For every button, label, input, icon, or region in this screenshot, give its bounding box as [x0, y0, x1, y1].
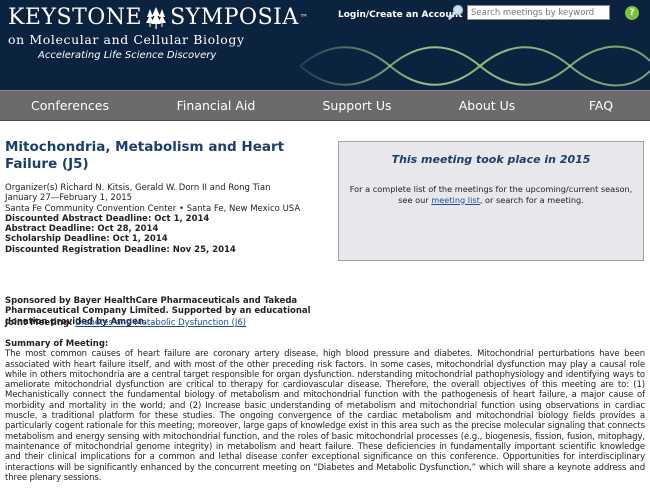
brand-subtitle: on Molecular and Cellular Biology [8, 32, 245, 47]
trademark-mark: ™ [299, 13, 309, 22]
meeting-details: Organizer(s) Richard N. Kitsis, Gerald W… [5, 183, 325, 255]
brand-name: KEYSTONE SYMPOSIA ™ [8, 6, 308, 30]
meeting-list-link[interactable]: meeting list [431, 195, 480, 205]
nav-conferences[interactable]: Conferences [0, 91, 140, 120]
tree-icon [146, 7, 167, 29]
past-meeting-notice: This meeting took place in 2015 For a co… [338, 141, 644, 261]
brand-word-keystone: KEYSTONE [8, 5, 143, 30]
summary-label: Summary of Meeting: [5, 339, 109, 349]
login-link[interactable]: Login/Create an Account [338, 10, 462, 20]
meeting-summary: Summary of Meeting: The most common caus… [5, 339, 645, 483]
meeting-dates: January 27—February 1, 2015 [5, 193, 133, 204]
joint-meeting: Joint Meeting: Diabetes and Metabolic Dy… [5, 318, 335, 328]
nav-about-us[interactable]: About Us [422, 91, 552, 120]
deadline-discounted-abstract: Discounted Abstract Deadline: Oct 1, 201… [5, 213, 210, 224]
past-meeting-text-after: , or search for a meeting. [479, 194, 584, 205]
summary-text: The most common causes of heart failure … [5, 349, 645, 483]
deadline-discounted-registration: Discounted Registration Deadline: Nov 25… [5, 244, 236, 255]
brand-tagline: Accelerating Life Science Discovery [38, 50, 217, 61]
search-input[interactable] [467, 5, 610, 20]
nav-support-us[interactable]: Support Us [292, 91, 422, 120]
organizers-names: Richard N. Kitsis, Gerald W. Dorn II and… [60, 183, 271, 193]
nav-faq[interactable]: FAQ [552, 91, 650, 120]
nav-financial-aid[interactable]: Financial Aid [140, 91, 292, 120]
brand-word-symposia: SYMPOSIA [170, 5, 299, 30]
site-header: KEYSTONE SYMPOSIA ™ on Molecular and Cel… [0, 0, 650, 90]
search-icon [448, 4, 464, 20]
past-meeting-title: This meeting took place in 2015 [391, 153, 591, 166]
deadline-scholarship: Scholarship Deadline: Oct 1, 2014 [5, 234, 168, 245]
organizers-line: Organizer(s) Richard N. Kitsis, Gerald W… [5, 183, 325, 193]
meeting-venue: Santa Fe Community Convention Center • S… [5, 203, 301, 214]
joint-meeting-link[interactable]: Diabetes and Metabolic Dysfunction (J6) [75, 318, 246, 328]
search-go-button[interactable]: ? [625, 6, 639, 20]
meeting-title: Mitochondria, Metabolism and Heart Failu… [5, 139, 285, 172]
joint-meeting-label: Joint Meeting: [5, 318, 73, 328]
dna-helix-decoration [300, 45, 650, 87]
past-meeting-text: For a complete list of the meetings for … [339, 184, 643, 205]
deadline-abstract: Abstract Deadline: Oct 28, 2014 [5, 224, 159, 235]
main-nav: Conferences Financial Aid Support Us Abo… [0, 90, 650, 121]
organizers-label: Organizer(s) [5, 183, 58, 193]
site-logo[interactable]: KEYSTONE SYMPOSIA ™ on Molecular and Cel… [8, 6, 308, 62]
